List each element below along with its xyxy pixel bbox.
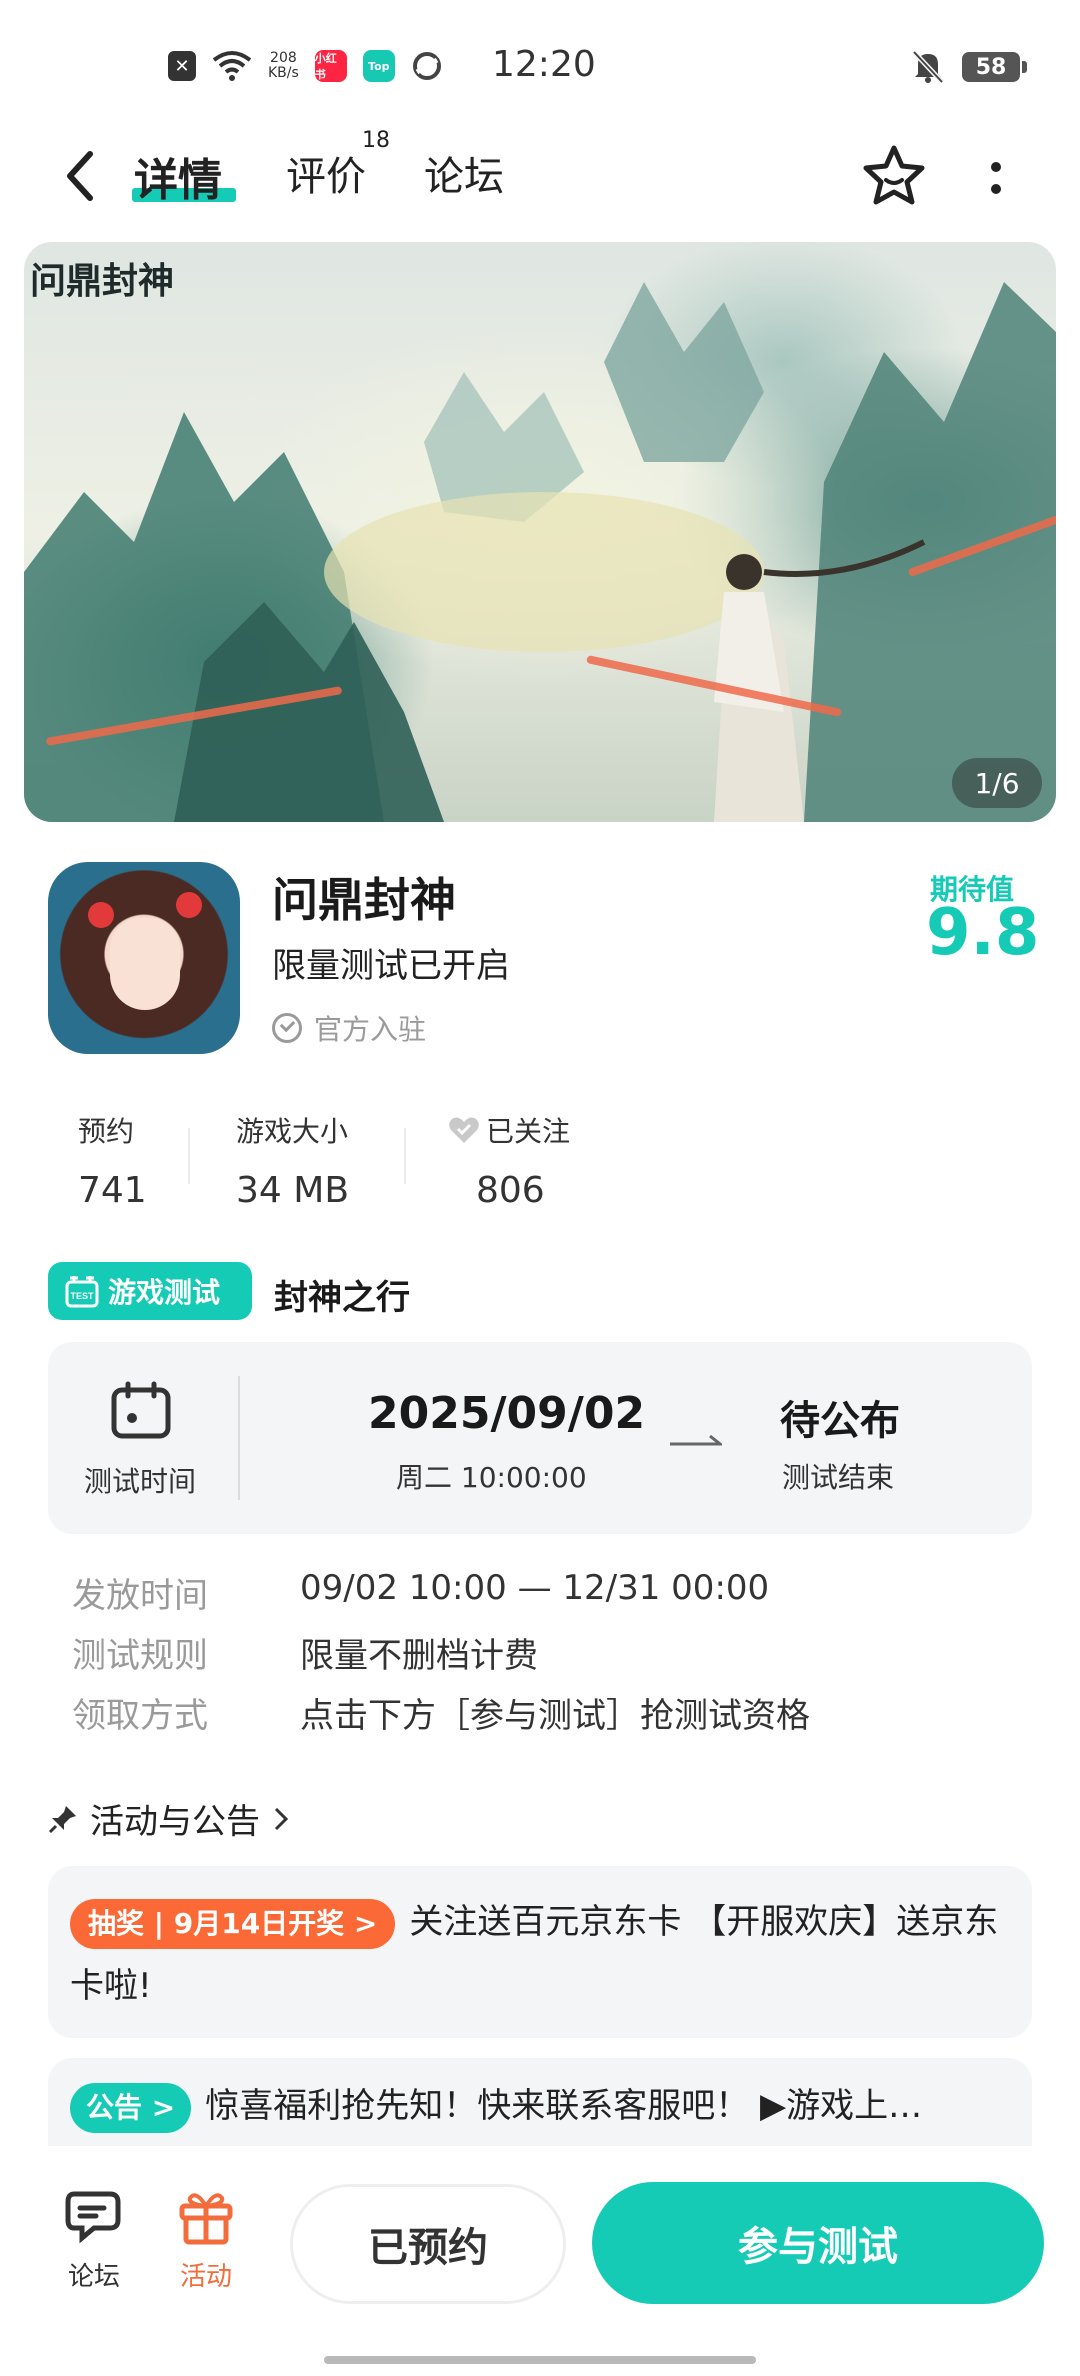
info-row-rules: 测试规则 限量不删档计费 <box>72 1628 538 1677</box>
network-speed: 208 KB/s <box>268 51 299 81</box>
carousel-counter: 1/6 <box>952 758 1042 808</box>
nav-activity-label: 活动 <box>179 2262 232 2292</box>
tab-forum[interactable]: 论坛 <box>424 144 504 202</box>
home-indicator[interactable] <box>324 2356 756 2364</box>
test-alarm-icon: TEST <box>65 1276 99 1308</box>
divider <box>404 1128 406 1184</box>
stat-reservations: 预约 741 <box>78 1110 147 1211</box>
pin-icon <box>48 1805 76 1833</box>
top-app-icon: Top <box>362 50 395 82</box>
app-name: 问鼎封神 <box>272 873 456 927</box>
game-logo: 问鼎封神 <box>30 260 175 302</box>
info-row-release: 发放时间 09/02 10:00 — 12/31 00:00 <box>72 1568 769 1617</box>
official-badge: 官方入驻 <box>272 1008 426 1048</box>
dot-icon <box>991 162 1001 172</box>
flower-decoration <box>88 902 114 928</box>
arrow-right-icon <box>670 1434 722 1446</box>
info-value: 限量不删档计费 <box>300 1636 538 1676</box>
info-row-method: 领取方式 点击下方［参与测试］抢测试资格 <box>72 1688 810 1737</box>
chevron-left-icon <box>67 151 93 201</box>
dot-icon <box>991 184 1001 194</box>
stat-label: 游戏大小 <box>236 1115 349 1148</box>
top-nav: 详情 评价 18 论坛 <box>0 120 1080 240</box>
verified-check-icon <box>272 1013 302 1043</box>
activity-item[interactable]: 抽奖 | 9月14日开奖 > 关注送百元京东卡 【开服欢庆】送京东卡啦! <box>48 1866 1032 2038</box>
divider <box>188 1128 190 1184</box>
activities-heading: 活动与公告 <box>90 1802 260 1842</box>
screenshot-carousel[interactable]: 问鼎封神 1/6 <box>24 242 1056 822</box>
stat-label: 预约 <box>78 1115 135 1148</box>
info-value: 点击下方［参与测试］抢测试资格 <box>300 1696 810 1736</box>
tab-details[interactable]: 详情 <box>134 144 222 208</box>
svg-text:TEST: TEST <box>70 1291 94 1301</box>
test-end-label: 测试结束 <box>782 1461 895 1494</box>
nav-activity[interactable]: 活动 <box>166 2186 246 2293</box>
xiaohongshu-app-icon: 小红书 <box>314 50 347 82</box>
calendar-icon <box>111 1381 171 1439</box>
test-time-label: 测试时间 <box>84 1465 197 1498</box>
test-title: 封神之行 <box>274 1278 410 1318</box>
more-options-button[interactable] <box>980 148 1012 208</box>
stat-game-size: 游戏大小 34 MB <box>236 1110 349 1211</box>
nav-forum[interactable]: 论坛 <box>54 2186 134 2293</box>
game-test-tag: TEST 游戏测试 <box>48 1262 252 1320</box>
divider <box>238 1376 240 1500</box>
battery-icon: 58 <box>962 52 1027 82</box>
clock: 12:20 <box>492 44 596 85</box>
join-test-button[interactable]: 参与测试 <box>592 2182 1044 2304</box>
app-subtitle: 限量测试已开启 <box>272 946 510 986</box>
lottery-badge: 抽奖 | 9月14日开奖 > <box>70 1898 396 1949</box>
info-value: 09/02 10:00 — 12/31 00:00 <box>300 1568 770 1608</box>
gift-icon <box>179 2193 233 2245</box>
favorite-star-icon[interactable] <box>860 142 928 210</box>
nav-forum-label: 论坛 <box>67 2262 120 2292</box>
notice-badge: 公告 > <box>70 2082 192 2133</box>
reserved-button[interactable]: 已预约 <box>290 2184 566 2304</box>
speed-value: 208 <box>270 50 297 66</box>
test-start-time: 周二 10:00:00 <box>396 1461 587 1494</box>
back-button[interactable] <box>56 146 104 206</box>
flower-decoration <box>176 892 202 918</box>
test-start-date: 2025/09/02 <box>368 1388 646 1439</box>
status-bar: ✕ 208 KB/s 小红书 Top 12:20 58 <box>0 0 1080 120</box>
stat-value: 741 <box>78 1170 147 1211</box>
character-face <box>110 918 180 1010</box>
heart-check-icon <box>449 1117 479 1143</box>
test-time-card: 测试时间 2025/09/02 周二 10:00:00 待公布 测试结束 <box>48 1342 1032 1534</box>
status-right: 58 <box>912 50 1027 84</box>
stat-followers[interactable]: 已关注 806 <box>448 1110 570 1211</box>
chevron-right-icon <box>274 1807 289 1830</box>
app-label-1: 小红书 <box>314 52 337 81</box>
status-icons: ✕ 208 KB/s 小红书 Top <box>168 50 443 82</box>
landscape-artwork <box>24 282 1056 822</box>
app-icon <box>48 862 240 1054</box>
official-label: 官方入驻 <box>314 1013 427 1046</box>
info-key: 领取方式 <box>72 1696 208 1736</box>
activities-header[interactable]: 活动与公告 <box>48 1794 290 1843</box>
notice-item[interactable]: 公告 > 惊喜福利抢先知！快来联系客服吧！ ▶游戏上… <box>48 2058 1032 2158</box>
test-end-date: 待公布 <box>780 1398 900 1444</box>
notice-text: 惊喜福利抢先知！快来联系客服吧！ ▶游戏上… <box>205 2086 923 2126</box>
speed-unit: KB/s <box>268 65 299 81</box>
info-key: 测试规则 <box>72 1636 208 1676</box>
info-key: 发放时间 <box>72 1576 208 1616</box>
wifi-icon <box>212 51 252 81</box>
sync-app-icon <box>412 52 441 80</box>
sim-off-icon: ✕ <box>168 51 196 81</box>
stat-value: 806 <box>476 1170 545 1211</box>
stat-label-wrap: 已关注 <box>448 1110 570 1150</box>
bottom-action-bar: 论坛 活动 已预约 参与测试 <box>0 2146 1080 2376</box>
test-tag-label: 游戏测试 <box>108 1276 221 1309</box>
reviews-count-badge: 18 <box>362 128 390 153</box>
tab-reviews[interactable]: 评价 <box>286 144 366 202</box>
expectation-score: 9.8 <box>926 896 1040 970</box>
app-label-2: Top <box>368 59 390 73</box>
mute-bell-icon <box>912 50 944 84</box>
forum-chat-icon <box>65 2191 121 2244</box>
stat-label: 已关注 <box>486 1115 571 1148</box>
stat-value: 34 MB <box>236 1170 350 1211</box>
